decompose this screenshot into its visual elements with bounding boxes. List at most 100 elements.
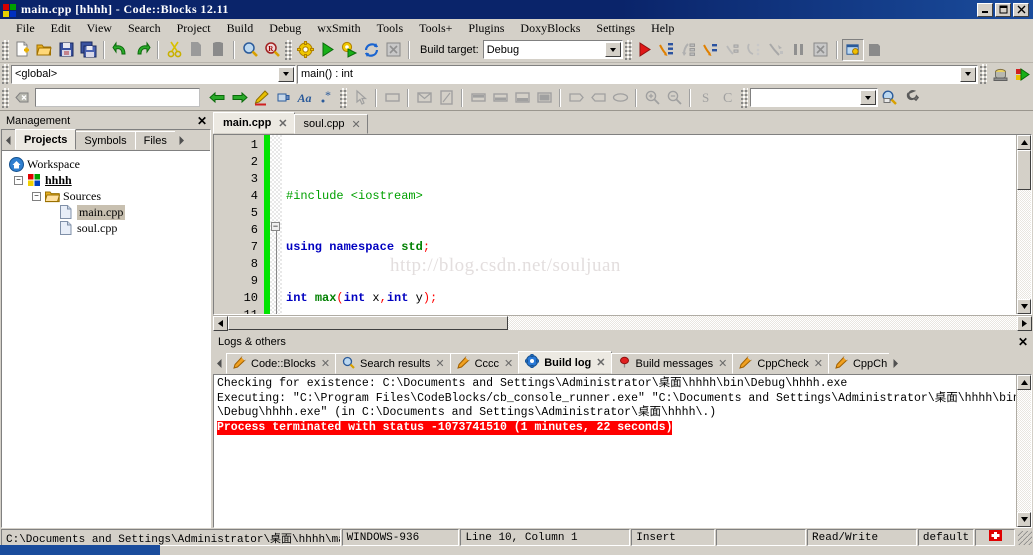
maximize-button[interactable]: [995, 2, 1011, 17]
tree-node-file-main[interactable]: main.cpp: [6, 204, 210, 220]
tabs-scroll-right-icon[interactable]: [174, 131, 188, 150]
log-tab-close-icon[interactable]: ✕: [596, 356, 605, 369]
editor-vertical-scrollbar[interactable]: [1016, 135, 1031, 314]
doxy-toolbar-grip[interactable]: [741, 87, 748, 108]
copy-icon[interactable]: [185, 39, 207, 61]
menu-debug[interactable]: Debug: [261, 20, 309, 37]
editor-tab-soul-close-icon[interactable]: ✕: [352, 118, 361, 131]
compiler-toolbar-grip[interactable]: [980, 64, 987, 84]
log-tab-close-icon[interactable]: ✕: [435, 357, 444, 370]
logs-close-icon[interactable]: ✕: [1018, 336, 1028, 348]
selection-icon[interactable]: [272, 87, 294, 109]
log-tabs-scroll-right-icon[interactable]: [889, 353, 903, 374]
editor-tab-soul-cpp[interactable]: soul.cpp ✕: [293, 114, 368, 134]
tree-node-workspace[interactable]: Workspace: [6, 156, 210, 172]
minimize-button[interactable]: [977, 2, 993, 17]
tree-node-project[interactable]: − hhhh: [6, 172, 210, 188]
chevron-down-icon[interactable]: [960, 66, 976, 82]
highlight-icon[interactable]: [250, 87, 272, 109]
function-combo[interactable]: main() : int: [297, 64, 978, 84]
run-green-icon[interactable]: [1011, 63, 1033, 85]
project-tree[interactable]: Workspace − hhhh − Sources main.cpp soul…: [2, 151, 210, 527]
menu-wxsmith[interactable]: wxSmith: [309, 20, 368, 37]
tabs-scroll-left-icon[interactable]: [2, 131, 15, 150]
shape-oval-icon[interactable]: [609, 87, 631, 109]
layout-split-icon[interactable]: [511, 87, 533, 109]
horizontal-scroll-thumb[interactable]: [228, 316, 508, 330]
log-tab-close-icon[interactable]: ✕: [814, 357, 823, 370]
view-toolbar-grip[interactable]: [340, 87, 347, 108]
next-icon[interactable]: [228, 87, 250, 109]
match-case-icon[interactable]: Aa: [294, 87, 316, 109]
tree-node-sources[interactable]: − Sources: [6, 188, 210, 204]
build-icon[interactable]: [294, 39, 316, 61]
step-into-icon[interactable]: [656, 39, 678, 61]
menu-tools[interactable]: Tools: [369, 20, 412, 37]
scroll-down-icon[interactable]: [1017, 299, 1031, 314]
log-tabs-scroll-left-icon[interactable]: [213, 353, 226, 374]
step-instruction-icon[interactable]: [744, 39, 766, 61]
tree-node-file-soul[interactable]: soul.cpp: [6, 220, 210, 236]
run-to-cursor-icon[interactable]: [766, 39, 788, 61]
scroll-down-icon[interactable]: [1017, 512, 1031, 527]
smalls-icon[interactable]: S: [695, 87, 717, 109]
menu-tools-plus[interactable]: Tools+: [411, 20, 460, 37]
log-tab-close-icon[interactable]: ✕: [504, 357, 513, 370]
vertical-scroll-track[interactable]: [1017, 190, 1031, 299]
paste-icon[interactable]: [207, 39, 229, 61]
code-text[interactable]: http://blog.csdn.net/souljuan #include <…: [282, 135, 1016, 314]
log-tab-build-messages[interactable]: Build messages ✕: [610, 353, 734, 374]
tree-collapse-toggle-sources[interactable]: −: [32, 191, 41, 201]
tree-collapse-toggle[interactable]: −: [14, 175, 23, 185]
menu-file[interactable]: File: [8, 20, 43, 37]
break-debugger-icon[interactable]: [788, 39, 810, 61]
close-button[interactable]: [1013, 2, 1029, 17]
regex-icon[interactable]: *: [316, 87, 338, 109]
menu-project[interactable]: Project: [169, 20, 219, 37]
menu-help[interactable]: Help: [643, 20, 682, 37]
chevron-down-icon[interactable]: [278, 66, 294, 82]
vertical-scroll-thumb[interactable]: [1017, 150, 1031, 190]
log-tab-cccc[interactable]: Cccc ✕: [449, 353, 520, 374]
menu-settings[interactable]: Settings: [588, 20, 643, 37]
management-close-icon[interactable]: ✕: [197, 115, 207, 127]
undo-icon[interactable]: [109, 39, 131, 61]
cut-icon[interactable]: [163, 39, 185, 61]
debugging-windows-icon[interactable]: [841, 38, 864, 61]
log-tab-cppcheck[interactable]: CppCheck ✕: [732, 353, 829, 374]
bigc-icon[interactable]: C: [717, 87, 739, 109]
stop-debugger-icon[interactable]: [810, 39, 832, 61]
panel-icon[interactable]: [381, 87, 403, 109]
log-tab-cppch[interactable]: CppCh: [827, 353, 891, 374]
compiler-flags-icon[interactable]: [989, 63, 1011, 85]
editor-tab-main-cpp[interactable]: main.cpp ✕: [213, 112, 295, 134]
log-tab-close-icon[interactable]: ✕: [718, 357, 727, 370]
save-icon[interactable]: [55, 39, 77, 61]
toolbar-grip[interactable]: [2, 39, 9, 60]
log-tab-build-log[interactable]: Build log ✕: [518, 351, 612, 374]
clear-highlight-icon[interactable]: [11, 87, 33, 109]
layout-bottom-icon[interactable]: [489, 87, 511, 109]
new-file-icon[interactable]: [11, 39, 33, 61]
doxy-combo[interactable]: [750, 88, 878, 107]
replace-icon[interactable]: R: [261, 39, 283, 61]
layout-full-icon[interactable]: [533, 87, 555, 109]
open-file-icon[interactable]: [33, 39, 55, 61]
editor-tab-main-close-icon[interactable]: ✕: [278, 117, 287, 130]
scroll-right-icon[interactable]: [1017, 316, 1032, 331]
various-info-icon[interactable]: [864, 39, 886, 61]
pointer-icon[interactable]: [349, 87, 371, 109]
find-toolbar-grip[interactable]: [2, 87, 9, 108]
previous-icon[interactable]: [206, 87, 228, 109]
search-input[interactable]: [35, 88, 200, 107]
chevron-down-icon[interactable]: [860, 90, 876, 105]
tab-symbols[interactable]: Symbols: [75, 131, 136, 150]
document-icon[interactable]: [435, 87, 457, 109]
chevron-down-icon[interactable]: [604, 42, 621, 57]
editor-horizontal-scrollbar[interactable]: [213, 315, 1032, 331]
log-vertical-scrollbar[interactable]: [1016, 375, 1031, 527]
menu-search[interactable]: Search: [120, 20, 169, 37]
menu-view[interactable]: View: [79, 20, 120, 37]
zoom-out-icon[interactable]: [663, 87, 685, 109]
horizontal-scroll-track[interactable]: [508, 316, 1017, 330]
